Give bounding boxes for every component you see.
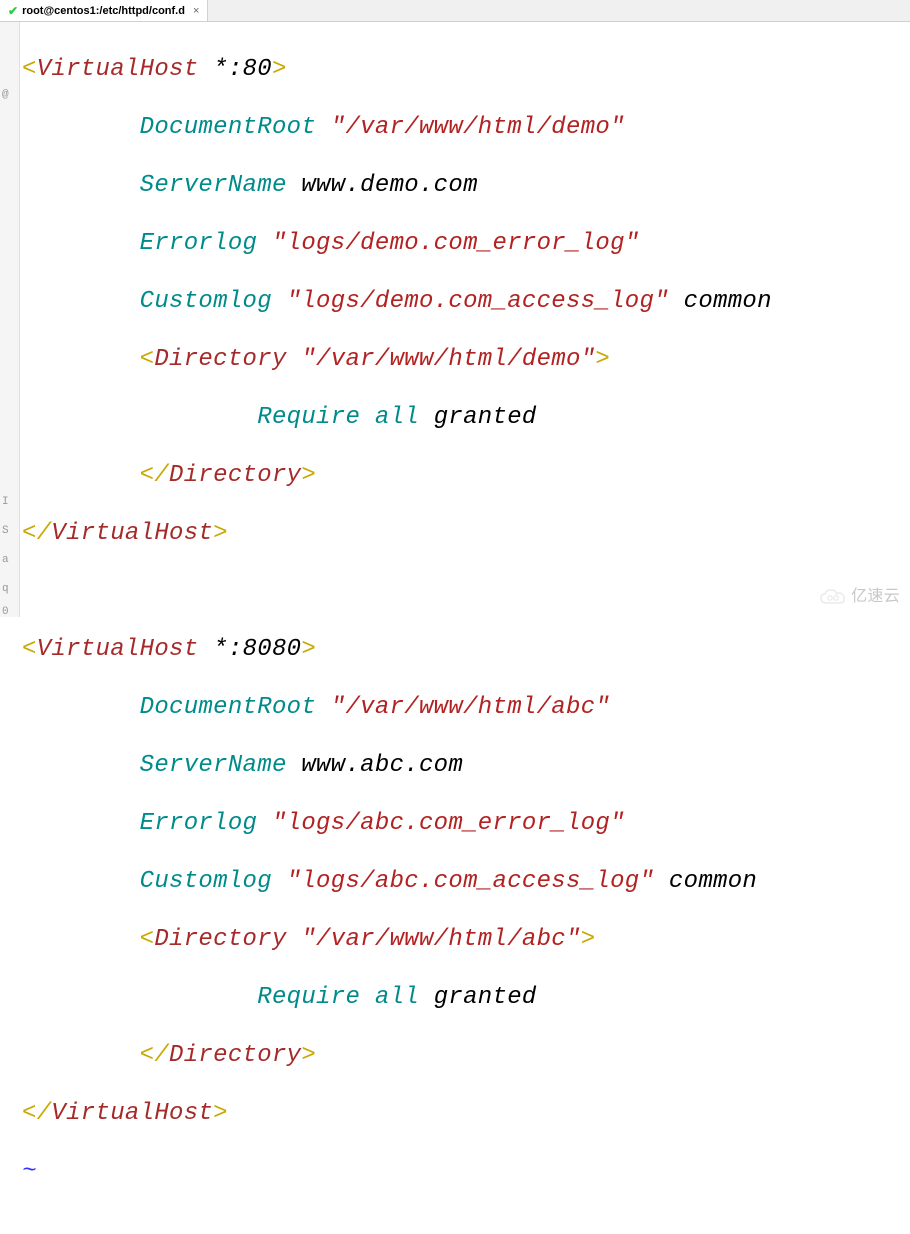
gutter-marker: q xyxy=(2,584,9,595)
check-icon: ✔ xyxy=(8,4,18,18)
code-line: Require all granted xyxy=(22,983,910,1012)
code-line: DocumentRoot "/var/www/html/demo" xyxy=(22,113,910,142)
gutter-at-icon: @ xyxy=(2,90,9,101)
code-line: Customlog "logs/abc.com_access_log" comm… xyxy=(22,867,910,896)
editor-tab[interactable]: ✔ root@centos1:/etc/httpd/conf.d × xyxy=(0,0,208,21)
code-line: ServerName www.abc.com xyxy=(22,751,910,780)
code-line: </Directory> xyxy=(22,461,910,490)
tab-bar: ✔ root@centos1:/etc/httpd/conf.d × xyxy=(0,0,910,22)
code-line xyxy=(22,577,910,606)
gutter-marker: I xyxy=(2,497,9,508)
code-line: Require all granted xyxy=(22,403,910,432)
code-line: <VirtualHost *:8080> xyxy=(22,635,910,664)
code-line: Errorlog "logs/demo.com_error_log" xyxy=(22,229,910,258)
gutter-marker: a xyxy=(2,555,9,566)
watermark: 亿速云 xyxy=(819,582,900,611)
code-line: Customlog "logs/demo.com_access_log" com… xyxy=(22,287,910,316)
code-line: Errorlog "logs/abc.com_error_log" xyxy=(22,809,910,838)
cloud-icon xyxy=(819,588,847,606)
watermark-text: 亿速云 xyxy=(851,582,900,611)
gutter-marker: S xyxy=(2,526,9,537)
tab-title: root@centos1:/etc/httpd/conf.d xyxy=(22,5,185,17)
code-line: </VirtualHost> xyxy=(22,519,910,548)
code-line: DocumentRoot "/var/www/html/abc" xyxy=(22,693,910,722)
code-line: </VirtualHost> xyxy=(22,1099,910,1128)
code-line: <VirtualHost *:80> xyxy=(22,55,910,84)
code-line: ServerName www.demo.com xyxy=(22,171,910,200)
gutter-marker: 0 xyxy=(2,607,9,618)
close-icon[interactable]: × xyxy=(193,5,199,17)
gutter: @ I S a q 0 xyxy=(0,22,20,617)
code-line: </Directory> xyxy=(22,1041,910,1070)
editor-area: @ I S a q 0 <VirtualHost *:80> DocumentR… xyxy=(0,22,910,617)
code-area[interactable]: <VirtualHost *:80> DocumentRoot "/var/ww… xyxy=(20,22,910,617)
code-line: <Directory "/var/www/html/demo"> xyxy=(22,345,910,374)
code-line: ~ xyxy=(22,1157,910,1186)
code-line: <Directory "/var/www/html/abc"> xyxy=(22,925,910,954)
